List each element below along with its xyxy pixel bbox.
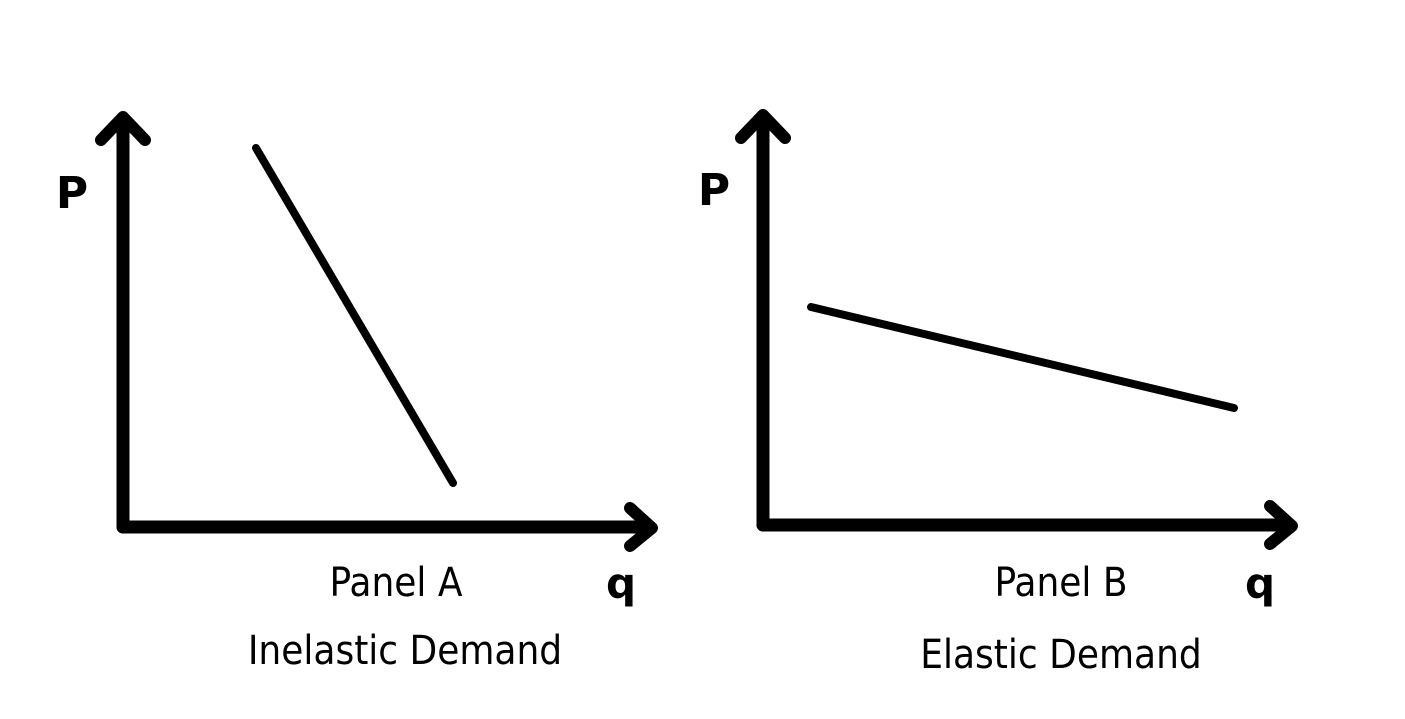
panel-b-subtitle: Elastic Demand <box>920 632 1201 678</box>
panel-b: P q Panel B Elastic Demand <box>698 109 1298 678</box>
panel-b-price-label: P <box>698 165 730 216</box>
panel-b-title: Panel B <box>994 560 1127 606</box>
panel-a-demand-curve <box>252 144 457 487</box>
panel-a: P q Panel A Inelastic Demand <box>56 111 658 674</box>
panel-a-price-label: P <box>56 168 88 219</box>
panel-a-subtitle: Inelastic Demand <box>248 628 562 674</box>
panel-b-quantity-label: q <box>1245 559 1275 608</box>
panel-a-quantity-label: q <box>606 559 636 608</box>
panel-a-title: Panel A <box>330 560 463 606</box>
panel-b-demand-curve <box>807 303 1238 412</box>
elasticity-diagram: P q Panel A Inelastic Demand P q Panel B… <box>56 109 1298 678</box>
